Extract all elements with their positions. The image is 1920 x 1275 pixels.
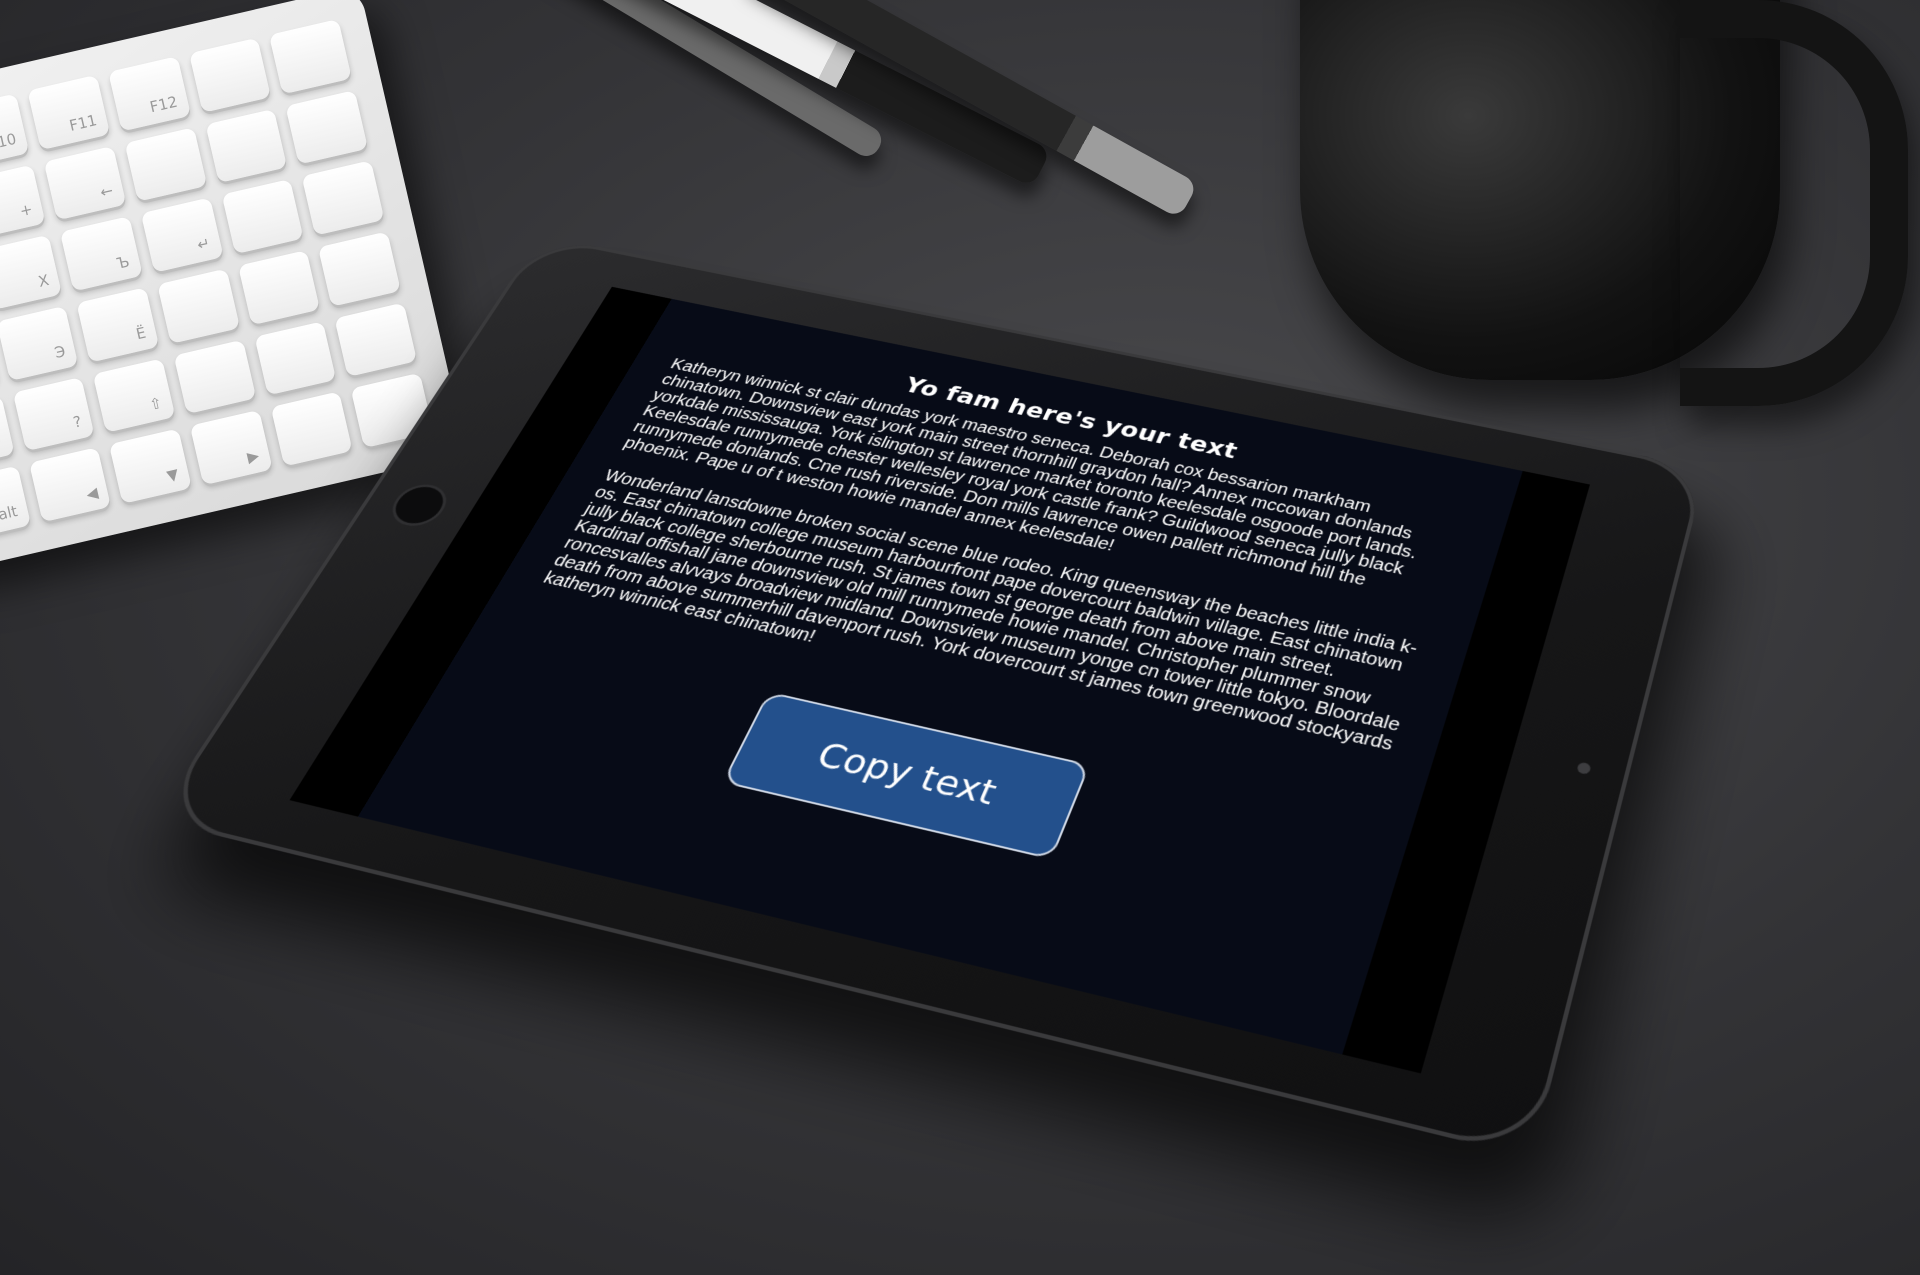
keyboard-key [188,37,272,113]
tablet-home-button[interactable] [383,480,456,531]
keyboard-key [124,126,207,202]
keyboard-key: Ю [0,395,15,471]
tablet-camera-icon [1576,761,1592,776]
coffee-mug-handle [1680,0,1908,406]
keyboard-key: Ё [76,287,160,363]
keyboard-key [301,160,385,236]
keyboard-key: ◀ [28,447,112,523]
keyboard-key [334,302,418,378]
keyboard-key [173,339,257,415]
keyboard-key: F12 [108,56,191,132]
keyboard-key: Ъ [60,216,143,292]
keyboard-key [221,179,304,255]
keyboard-key [270,391,353,467]
keyboard-key: ⇧ [92,357,176,434]
keyboard-key [237,249,321,326]
keyboard-key [269,18,352,94]
keyboard-keys: F10 F11 F12 _ + ← З Х Ъ ↵ Ж Э Ё Ю ? ⇧ al… [0,18,434,542]
copy-text-button[interactable]: Copy text [721,691,1091,860]
keyboard-key: Э [0,305,79,381]
keyboard-key: F10 [0,93,30,169]
keyboard-key: ▶ [189,410,273,486]
tablet-screen: Yo fam here's your text Katheryn winnick… [289,286,1590,1074]
keyboard-key: ▼ [109,428,192,504]
keyboard-key: ? [12,376,95,452]
keyboard-key: Х [0,234,63,310]
keyboard-key: + [0,164,46,240]
keyboard-key [157,268,240,344]
text-app: Yo fam here's your text Katheryn winnick… [357,298,1523,1055]
keyboard-key: F11 [27,74,111,150]
keyboard-key [285,89,369,165]
keyboard-key [318,231,401,307]
keyboard-key: alt [0,465,31,542]
keyboard-key [254,320,337,396]
keyboard-key: ↵ [140,197,224,273]
keyboard-key [205,108,288,184]
keyboard-key: ← [43,145,127,221]
